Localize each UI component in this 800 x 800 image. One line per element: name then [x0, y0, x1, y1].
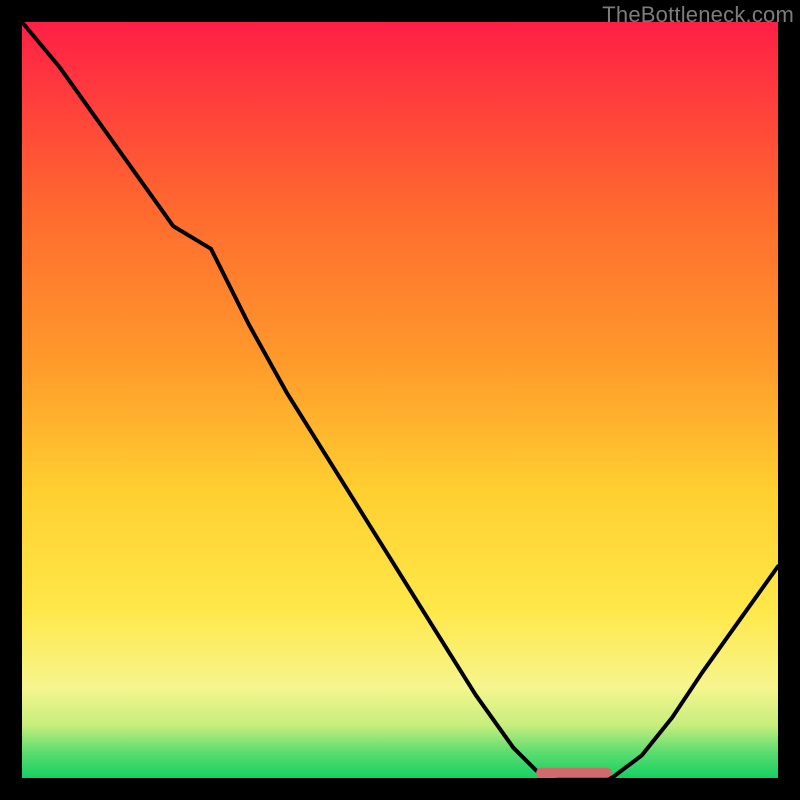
bottleneck-chart [22, 22, 778, 778]
watermark-text: TheBottleneck.com [602, 2, 794, 28]
chart-frame [22, 22, 778, 778]
optimal-range-marker [536, 768, 612, 778]
heatmap-background [22, 22, 778, 778]
